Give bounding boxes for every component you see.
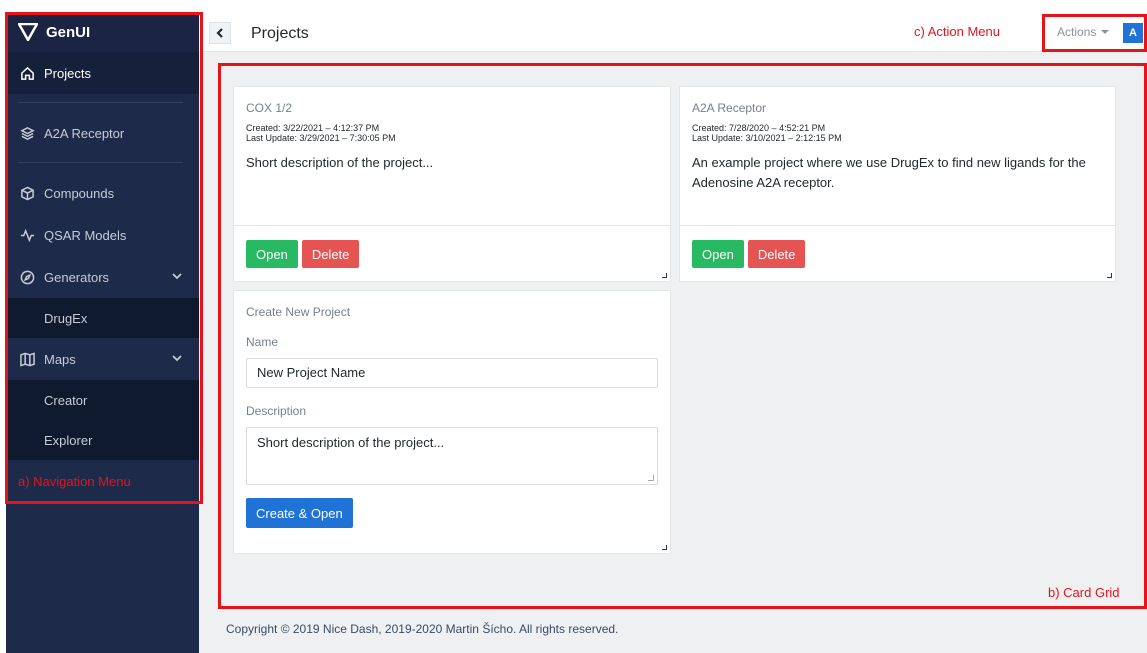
sidebar-subitem-creator[interactable]: Creator [6, 380, 199, 420]
sidebar-subitem-drugex[interactable]: DrugEx [6, 298, 199, 338]
updated-date: Last Update: 3/10/2021 – 2:12:15 PM [692, 133, 842, 143]
sidebar-item-generators[interactable]: Generators [6, 256, 199, 298]
description-label: Description [246, 404, 307, 418]
open-button[interactable]: Open [692, 240, 744, 268]
description-value: Short description of the project... [257, 435, 445, 450]
delete-button[interactable]: Delete [301, 240, 360, 268]
divider [6, 154, 199, 172]
copyright-footer: Copyright © 2019 Nice Dash, 2019-2020 Ma… [226, 622, 619, 636]
header: Projects Actions A [199, 12, 1147, 52]
caret-down-icon [1101, 30, 1110, 34]
card-title: Create New Project [246, 305, 351, 319]
annotation-grid-label: b) Card Grid [1048, 585, 1120, 600]
sidebar-item-projects[interactable]: Projects [6, 52, 199, 94]
name-input[interactable]: New Project Name [246, 358, 658, 388]
card-footer: Open Delete [680, 225, 1115, 281]
sidebar: GenUI Projects A2A Receptor Compounds QS… [6, 12, 199, 653]
sidebar-item-label: A2A Receptor [44, 125, 125, 141]
create-project-card: Create New Project Name New Project Name… [233, 290, 671, 554]
sidebar-item-label: QSAR Models [44, 227, 127, 243]
annotation-actions-label: c) Action Menu [914, 24, 1000, 39]
sidebar-item-label: Maps [44, 351, 76, 367]
logo-icon [18, 23, 38, 41]
chevron-left-icon [216, 28, 223, 38]
sidebar-item-label: Generators [44, 269, 110, 285]
map-icon [18, 350, 36, 368]
create-open-button[interactable]: Create & Open [246, 498, 353, 528]
compass-icon [18, 268, 36, 286]
sidebar-subitem-explorer[interactable]: Explorer [6, 420, 199, 460]
project-card: A2A Receptor Created: 7/28/2020 – 4:52:2… [679, 86, 1116, 282]
cube-icon [18, 184, 36, 202]
created-date: Created: 3/22/2021 – 4:12:37 PM [246, 123, 380, 133]
sidebar-item-a2a-receptor[interactable]: A2A Receptor [6, 112, 199, 154]
card-description: Short description of the project... [246, 155, 434, 170]
sidebar-item-maps[interactable]: Maps [6, 338, 199, 380]
name-label: Name [246, 335, 279, 349]
card-title: A2A Receptor [692, 101, 767, 115]
layers-icon [18, 124, 36, 142]
page-title: Projects [251, 25, 309, 42]
card-footer: Open Delete [234, 225, 670, 281]
back-button[interactable] [209, 22, 231, 44]
card-title: COX 1/2 [246, 101, 293, 115]
home-icon [18, 64, 36, 82]
chevron-down-icon[interactable] [171, 352, 183, 364]
updated-date: Last Update: 3/29/2021 – 7:30:05 PM [246, 133, 396, 143]
textarea-resize-handle[interactable] [648, 475, 654, 481]
avatar[interactable]: A [1123, 23, 1143, 43]
brand-name: GenUI [46, 23, 91, 41]
created-date: Created: 7/28/2020 – 4:52:21 PM [692, 123, 826, 133]
resize-handle[interactable] [1107, 273, 1112, 278]
sidebar-item-qsar-models[interactable]: QSAR Models [6, 214, 199, 256]
main-content: COX 1/2 Created: 3/22/2021 – 4:12:37 PM … [199, 52, 1147, 653]
annotation-nav-label: a) Navigation Menu [18, 474, 131, 489]
sidebar-item-compounds[interactable]: Compounds [6, 172, 199, 214]
activity-icon [18, 226, 36, 244]
card-description: An example project where we use DrugEx t… [692, 155, 1086, 190]
delete-button[interactable]: Delete [747, 240, 806, 268]
open-button[interactable]: Open [246, 240, 298, 268]
divider [6, 94, 199, 112]
resize-handle[interactable] [662, 545, 667, 550]
brand[interactable]: GenUI [6, 12, 199, 52]
actions-label: Actions [1057, 25, 1097, 39]
sidebar-item-label: Projects [44, 65, 91, 81]
chevron-down-icon[interactable] [171, 270, 183, 282]
resize-handle[interactable] [662, 273, 667, 278]
sidebar-item-label: Compounds [44, 185, 115, 201]
project-card: COX 1/2 Created: 3/22/2021 – 4:12:37 PM … [233, 86, 671, 282]
description-textarea[interactable]: Short description of the project... [246, 427, 658, 485]
actions-dropdown[interactable]: Actions [1057, 25, 1110, 39]
